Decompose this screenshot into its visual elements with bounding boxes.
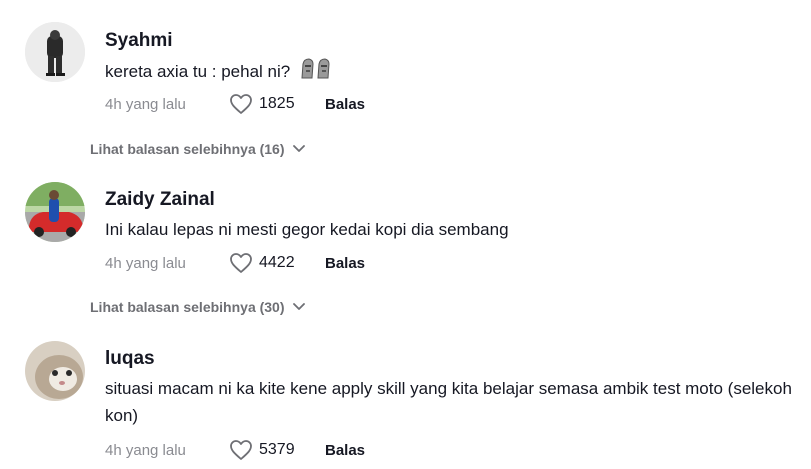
comment-meta: 4h yang lalu 4422 Balas [105,251,365,275]
like-count: 5379 [259,441,295,458]
cat-photo-icon [25,341,85,401]
reply-button[interactable]: Balas [325,96,365,113]
like-count: 4422 [259,254,295,271]
avatar[interactable] [25,182,85,242]
heart-outline-icon [230,253,252,273]
reply-button[interactable]: Balas [325,442,365,459]
like-button[interactable]: 4422 [229,252,325,274]
like-button[interactable]: 1825 [229,93,325,115]
comment-timestamp: 4h yang lalu [105,95,186,113]
comment-text: situasi macam ni ka kite kene apply skil… [105,379,792,425]
like-count: 1825 [259,95,295,112]
comment-timestamp: 4h yang lalu [105,441,186,459]
view-more-replies-label: Lihat balasan selebihnya (16) [90,141,285,157]
view-more-replies-label: Lihat balasan selebihnya (30) [90,299,285,315]
comment-timestamp: 4h yang lalu [105,254,186,272]
reply-button[interactable]: Balas [325,255,365,272]
heart-outline-icon [230,94,252,114]
person-silhouette-icon [25,22,85,82]
comment-meta: 4h yang lalu 5379 Balas [105,438,365,462]
comment-text: Ini kalau lepas ni mesti gegor kedai kop… [105,220,509,239]
view-more-replies-button[interactable]: Lihat balasan selebihnya (30) [90,299,305,315]
comment-text-content: kereta axia tu : pehal ni? [105,62,291,81]
like-button[interactable]: 5379 [229,439,325,461]
comment-username[interactable]: Zaidy Zainal [105,189,215,211]
comment-username[interactable]: Syahmi [105,30,173,52]
comment-username[interactable]: luqas [105,348,155,370]
view-more-replies-button[interactable]: Lihat balasan selebihnya (16) [90,141,305,157]
avatar[interactable] [25,341,85,401]
heart-outline-icon [230,440,252,460]
chevron-down-icon [292,303,305,310]
comment-text: kereta axia tu : pehal ni? [105,58,795,88]
avatar[interactable] [25,22,85,82]
person-with-car-photo-icon [25,182,85,242]
comment-meta: 4h yang lalu 1825 Balas [105,92,365,116]
moai-emoji-icon [299,58,333,88]
chevron-down-icon [292,145,305,152]
